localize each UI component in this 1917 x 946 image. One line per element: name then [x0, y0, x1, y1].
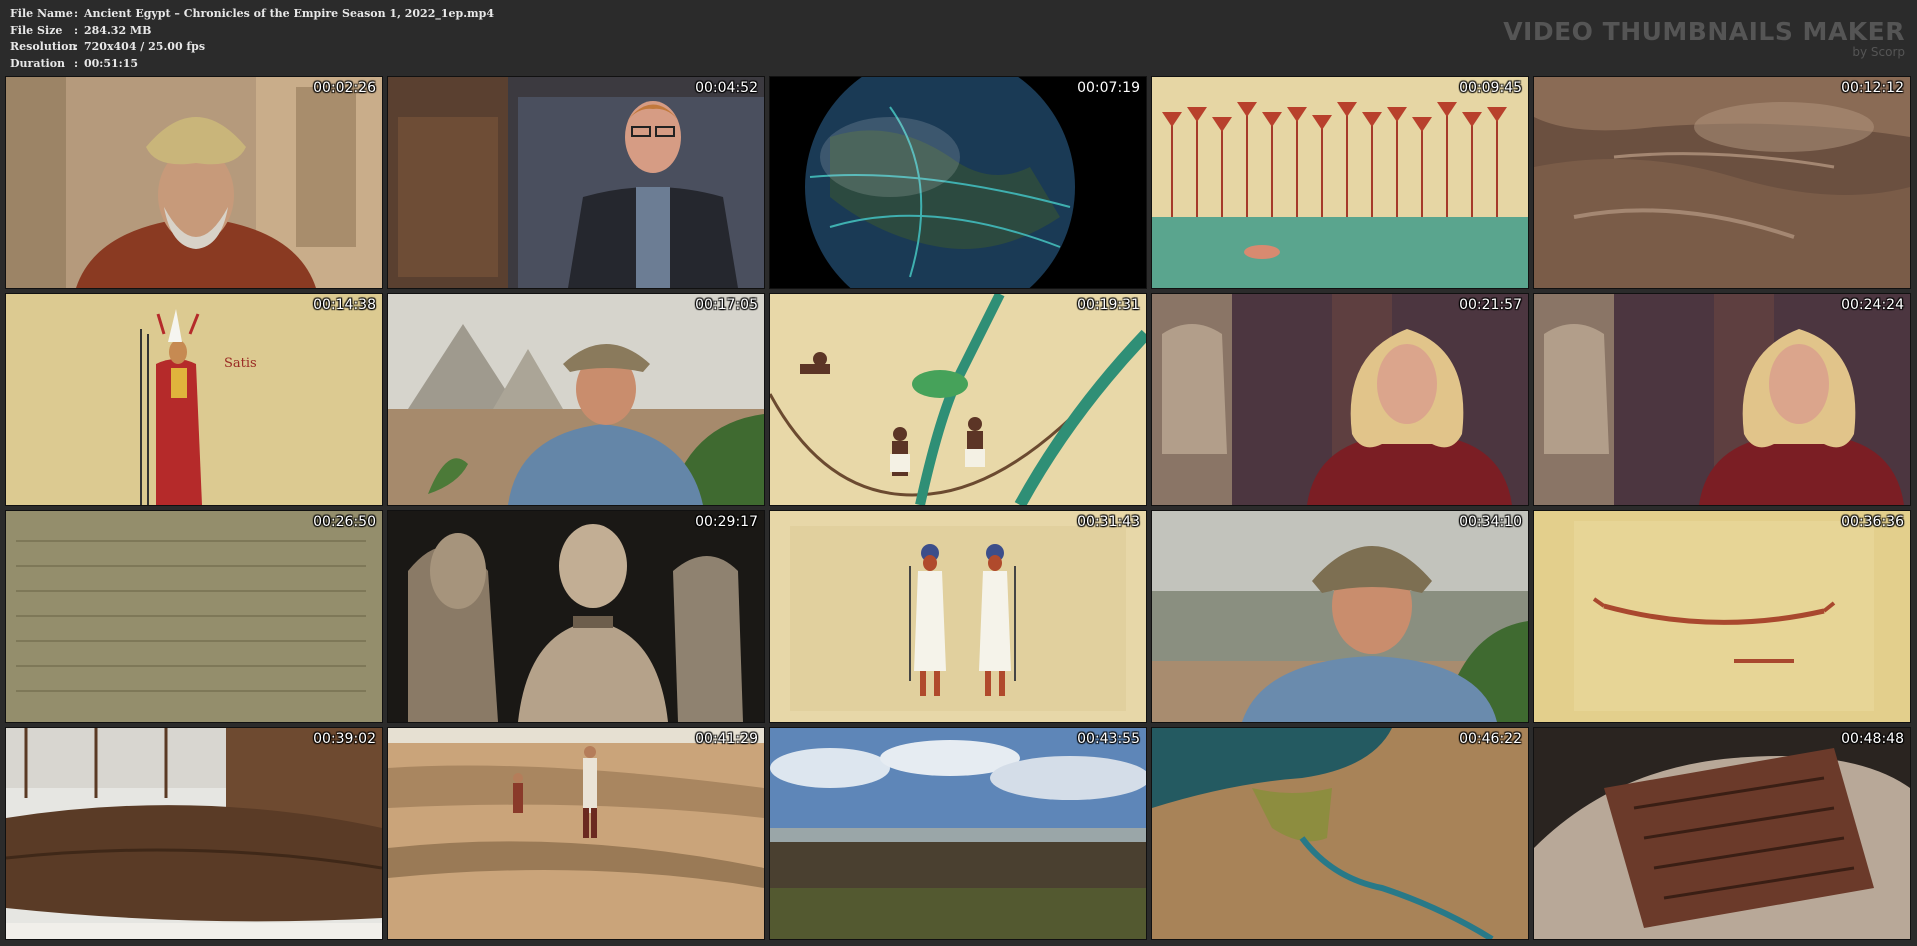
goddess-caption: Satis [224, 356, 257, 371]
timestamp: 00:12:12 [1841, 80, 1904, 96]
thumbnail[interactable]: 00:12:12 [1533, 76, 1911, 289]
timestamp: 00:26:50 [313, 514, 376, 530]
header: File Name: Ancient Egypt – Chronicles of… [0, 0, 1917, 76]
duration-row: Duration: 00:51:15 [10, 56, 494, 73]
file-name-row: File Name: Ancient Egypt – Chronicles of… [10, 6, 494, 23]
file-name-label: File Name [10, 7, 73, 20]
thumbnail[interactable]: 00:31:43 [769, 510, 1147, 723]
thumbnail[interactable]: 00:07:19 [769, 76, 1147, 289]
thumbnail[interactable]: 00:29:17 [387, 510, 765, 723]
timestamp: 00:17:05 [695, 297, 758, 313]
thumbnail-grid: 00:02:26 00:04:52 00:07:19 00:09:45 00:1… [5, 76, 1911, 941]
timestamp: 00:09:45 [1459, 80, 1522, 96]
thumbnail[interactable]: 00:04:52 [387, 76, 765, 289]
thumbnail[interactable]: 00:43:55 [769, 727, 1147, 940]
file-size-row: File Size: 284.32 MB [10, 23, 494, 40]
duration-value: 00:51:15 [84, 56, 139, 70]
duration-label: Duration [10, 56, 66, 70]
brand-logo: VIDEO THUMBNAILS MAKER by Scorp [1503, 17, 1905, 59]
timestamp: 00:31:43 [1077, 514, 1140, 530]
timestamp: 00:46:22 [1459, 731, 1522, 747]
thumbnail[interactable]: 00:48:48 [1533, 727, 1911, 940]
timestamp: 00:41:29 [695, 731, 758, 747]
timestamp: 00:21:57 [1459, 297, 1522, 313]
thumbnail[interactable]: 00:19:31 [769, 293, 1147, 506]
thumbnail[interactable]: 00:09:45 [1151, 76, 1529, 289]
timestamp: 00:04:52 [695, 80, 758, 96]
thumbnail[interactable]: Satis 00:14:38 [5, 293, 383, 506]
thumbnail[interactable]: 00:21:57 [1151, 293, 1529, 506]
brand-subtitle: by Scorp [1852, 45, 1905, 59]
thumbnail[interactable]: 00:17:05 [387, 293, 765, 506]
file-size-value: 284.32 MB [84, 23, 152, 37]
resolution-row: Resolution: 720x404 / 25.00 fps [10, 39, 494, 56]
timestamp: 00:39:02 [313, 731, 376, 747]
timestamp: 00:43:55 [1077, 731, 1140, 747]
timestamp: 00:34:10 [1459, 514, 1522, 530]
thumbnail[interactable]: 00:46:22 [1151, 727, 1529, 940]
brand-title: VIDEO THUMBNAILS MAKER [1503, 17, 1905, 46]
timestamp: 00:36:36 [1841, 514, 1904, 530]
timestamp: 00:07:19 [1077, 80, 1140, 96]
thumbnail[interactable]: 00:02:26 [5, 76, 383, 289]
file-info: File Name: Ancient Egypt – Chronicles of… [10, 6, 494, 72]
resolution-value: 720x404 / 25.00 fps [84, 40, 206, 53]
resolution-label: Resolution [10, 40, 77, 53]
timestamp: 00:14:38 [313, 297, 376, 313]
timestamp: 00:02:26 [313, 80, 376, 96]
timestamp: 00:19:31 [1077, 297, 1140, 313]
thumbnail[interactable]: 00:39:02 [5, 727, 383, 940]
thumbnail[interactable]: 00:24:24 [1533, 293, 1911, 506]
thumbnail[interactable]: 00:36:36 [1533, 510, 1911, 723]
file-name-value: Ancient Egypt – Chronicles of the Empire… [84, 7, 495, 20]
thumbnail[interactable]: 00:26:50 [5, 510, 383, 723]
thumbnail[interactable]: 00:41:29 [387, 727, 765, 940]
timestamp: 00:29:17 [695, 514, 758, 530]
thumbnail[interactable]: 00:34:10 [1151, 510, 1529, 723]
timestamp: 00:48:48 [1841, 731, 1904, 747]
file-size-label: File Size [10, 23, 63, 37]
timestamp: 00:24:24 [1841, 297, 1904, 313]
